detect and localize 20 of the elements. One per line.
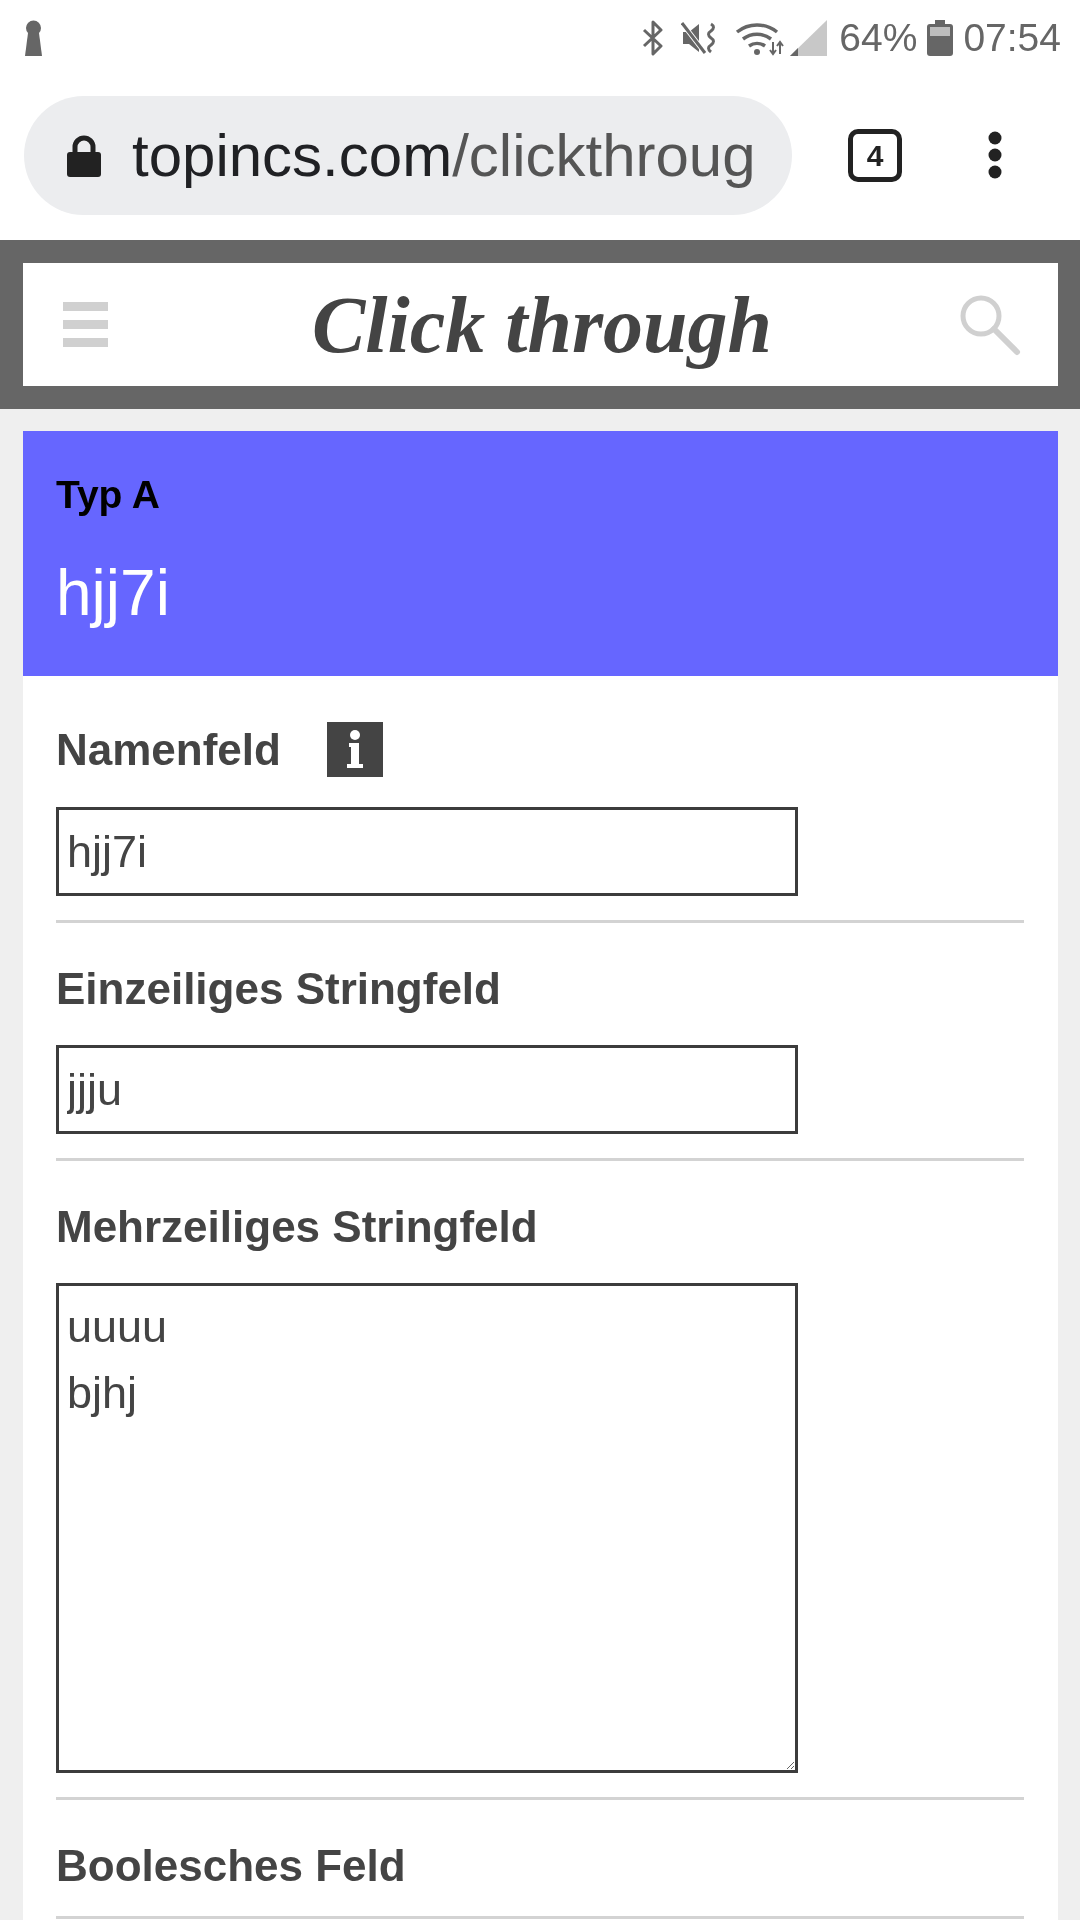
battery-percentage: 64% xyxy=(839,16,918,60)
info-icon[interactable] xyxy=(326,722,383,777)
keyhole-icon xyxy=(22,20,45,56)
type-label: Typ A xyxy=(56,472,160,518)
wifi-icon xyxy=(735,20,785,56)
field-label: Boolesches Feld xyxy=(56,1840,406,1892)
battery-icon xyxy=(927,20,954,56)
site-title: Click through xyxy=(311,279,773,371)
tab-switcher-button[interactable]: 4 xyxy=(848,129,902,182)
field-label: Einzeiliges Stringfeld xyxy=(56,963,501,1015)
text-input[interactable]: hjj7i xyxy=(56,807,798,896)
signal-icon xyxy=(789,20,828,56)
lock-icon xyxy=(67,134,101,177)
more-options-icon[interactable] xyxy=(988,131,1002,179)
text-area[interactable]: uuuu bjhj xyxy=(56,1283,798,1773)
clock-time: 07:54 xyxy=(963,16,1061,60)
address-bar[interactable]: topincs.com/clickthroug xyxy=(24,96,792,215)
record-title: hjj7i xyxy=(56,556,170,631)
field-label: Namenfeld xyxy=(56,723,281,776)
field-label: Mehrzeiliges Stringfeld xyxy=(56,1201,538,1253)
